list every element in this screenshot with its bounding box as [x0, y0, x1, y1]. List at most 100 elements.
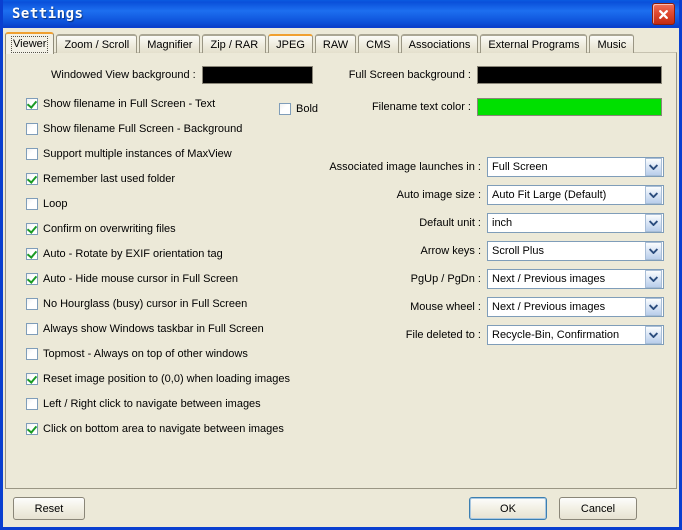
combo-label: Associated image launches in :	[329, 161, 481, 173]
chevron-down-icon[interactable]	[645, 158, 662, 176]
checkbox-label: No Hourglass (busy) cursor in Full Scree…	[43, 297, 248, 310]
checkbox-row[interactable]: Left / Right click to navigate between i…	[26, 391, 326, 416]
tab-jpeg[interactable]: JPEG	[268, 34, 313, 53]
full-screen-background-label: Full Screen background :	[348, 69, 471, 81]
checkbox[interactable]	[26, 422, 38, 435]
checkbox[interactable]	[26, 297, 38, 310]
combo-box[interactable]: Scroll Plus	[487, 241, 664, 261]
settings-panel: Windowed View background : Full Screen b…	[5, 52, 677, 489]
checkbox-label: Left / Right click to navigate between i…	[43, 397, 261, 410]
tab-strip: Viewer Zoom / Scroll Magnifier Zip / RAR JPE…	[5, 31, 679, 54]
combo-label: Arrow keys :	[420, 245, 481, 257]
tab-music[interactable]: Music	[589, 34, 635, 53]
checkbox[interactable]	[26, 272, 38, 285]
checkbox-row[interactable]: Always show Windows taskbar in Full Scre…	[26, 316, 326, 341]
filename-text-color-swatch[interactable]	[477, 98, 662, 116]
combo-box[interactable]: inch	[487, 213, 664, 233]
window-title: Settings	[12, 5, 84, 22]
checkbox[interactable]	[26, 172, 38, 185]
button-bar: Reset OK Cancel	[3, 489, 679, 527]
checkbox-row[interactable]: Auto - Hide mouse cursor in Full Screen	[26, 266, 326, 291]
checkbox-row[interactable]: Reset image position to (0,0) when loadi…	[26, 366, 326, 391]
combo-row: Default unit : inch	[306, 209, 666, 237]
combo-value: Next / Previous images	[492, 301, 606, 313]
combo-label: Mouse wheel :	[410, 301, 481, 313]
checkbox-row[interactable]: Auto - Rotate by EXIF orientation tag	[26, 241, 326, 266]
tab-raw[interactable]: RAW	[314, 34, 357, 53]
checkbox-row[interactable]: Support multiple instances of MaxView	[26, 141, 326, 166]
checkbox[interactable]	[26, 347, 38, 360]
combo-box[interactable]: Recycle-Bin, Confirmation	[487, 325, 664, 345]
combo-label: Default unit :	[419, 217, 481, 229]
combo-value: Recycle-Bin, Confirmation	[492, 329, 620, 341]
checkbox[interactable]	[26, 322, 38, 335]
tab-label: Music	[597, 39, 627, 51]
checkbox[interactable]	[26, 222, 38, 235]
title-bar: Settings	[3, 0, 679, 28]
checkbox[interactable]	[26, 247, 38, 260]
combo-value: Full Screen	[492, 161, 548, 173]
windowed-view-background-swatch[interactable]	[201, 66, 313, 84]
full-screen-background-row: Full Screen background :	[341, 66, 662, 84]
combo-box[interactable]: Next / Previous images	[487, 297, 664, 317]
combo-label: PgUp / PgDn :	[410, 273, 481, 285]
close-icon[interactable]	[652, 3, 675, 25]
filename-text-color-row: Filename text color :	[341, 98, 662, 116]
checkbox[interactable]	[26, 397, 38, 410]
checkbox-row[interactable]: Show filename in Full Screen - Text	[26, 91, 326, 116]
checkbox-label: Show filename Full Screen - Background	[43, 122, 243, 135]
checkbox-row[interactable]: Remember last used folder	[26, 166, 326, 191]
combo-value: Auto Fit Large (Default)	[492, 189, 607, 201]
combo-row: Associated image launches in : Full Scree…	[306, 153, 666, 181]
tab-magnifier[interactable]: Magnifier	[139, 34, 201, 53]
tab-zoom-scroll[interactable]: Zoom / Scroll	[56, 34, 138, 53]
checkbox-row[interactable]: Show filename Full Screen - Background	[26, 116, 326, 141]
tab-associations[interactable]: Associations	[400, 34, 479, 53]
checkbox-row[interactable]: Confirm on overwriting files	[26, 216, 326, 241]
checkbox-label: Auto - Hide mouse cursor in Full Screen	[43, 272, 239, 285]
checkbox[interactable]	[26, 197, 38, 210]
chevron-down-icon[interactable]	[645, 242, 662, 260]
combo-row: PgUp / PgDn : Next / Previous images	[306, 265, 666, 293]
chevron-down-icon[interactable]	[645, 326, 662, 344]
reset-button[interactable]: Reset	[13, 497, 85, 520]
checkbox[interactable]	[26, 147, 38, 160]
checkbox-row[interactable]: No Hourglass (busy) cursor in Full Scree…	[26, 291, 326, 316]
chevron-down-icon[interactable]	[645, 298, 662, 316]
checkbox-row[interactable]: Click on bottom area to navigate between…	[26, 416, 326, 441]
chevron-down-icon[interactable]	[645, 214, 662, 232]
options-list: Associated image launches in : Full Scree…	[306, 153, 666, 349]
combo-box[interactable]: Auto Fit Large (Default)	[487, 185, 664, 205]
settings-window: Settings Viewer Zoom / Scroll Magnifier Zip…	[0, 0, 682, 530]
tab-cms[interactable]: CMS	[358, 34, 399, 53]
tab-zip-rar[interactable]: Zip / RAR	[202, 34, 267, 53]
cancel-button[interactable]: Cancel	[559, 497, 637, 520]
combo-box[interactable]: Next / Previous images	[487, 269, 664, 289]
combo-row: Mouse wheel : Next / Previous images	[306, 293, 666, 321]
full-screen-background-swatch[interactable]	[477, 66, 662, 84]
tab-viewer[interactable]: Viewer	[5, 32, 55, 54]
checkbox[interactable]	[26, 372, 38, 385]
chevron-down-icon[interactable]	[645, 186, 662, 204]
checkbox[interactable]	[26, 97, 38, 110]
windowed-view-background-row: Windowed View background :	[51, 66, 313, 84]
combo-box[interactable]: Full Screen	[487, 157, 664, 177]
checkbox-row[interactable]: Loop	[26, 191, 326, 216]
checkbox-label: Reset image position to (0,0) when loadi…	[43, 372, 291, 385]
checkbox-label: Remember last used folder	[43, 172, 176, 185]
checkbox-label: Show filename in Full Screen - Text	[43, 97, 216, 110]
checkbox-row[interactable]: Topmost - Always on top of other windows	[26, 341, 326, 366]
tab-label: External Programs	[488, 39, 580, 51]
combo-value: Next / Previous images	[492, 273, 606, 285]
checkbox-label: Support multiple instances of MaxView	[43, 147, 232, 160]
tab-label: Zip / RAR	[210, 39, 259, 51]
checkbox[interactable]	[26, 122, 38, 135]
tab-external-programs[interactable]: External Programs	[480, 34, 588, 53]
combo-value: inch	[492, 217, 513, 229]
ok-button[interactable]: OK	[469, 497, 547, 520]
checkbox-label: Topmost - Always on top of other windows	[43, 347, 248, 360]
chevron-down-icon[interactable]	[645, 270, 662, 288]
tab-label: CMS	[366, 39, 391, 51]
tab-label: Viewer	[10, 36, 49, 53]
combo-label: Auto image size :	[396, 189, 481, 201]
